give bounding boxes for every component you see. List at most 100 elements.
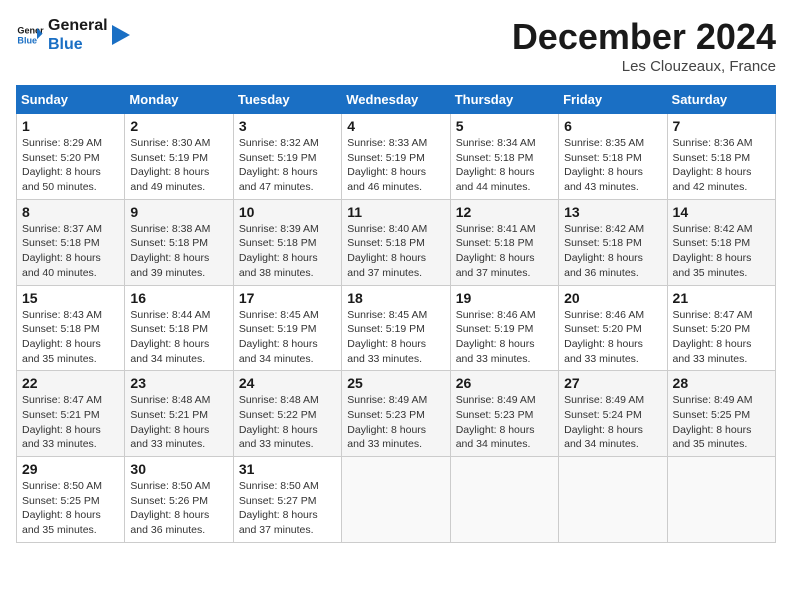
calendar-cell: 22 Sunrise: 8:47 AM Sunset: 5:21 PM Dayl…: [17, 371, 125, 457]
day-info: Sunrise: 8:45 AM Sunset: 5:19 PM Dayligh…: [239, 308, 336, 367]
month-title: December 2024: [512, 16, 776, 58]
day-number: 25: [347, 375, 444, 391]
calendar-cell: 31 Sunrise: 8:50 AM Sunset: 5:27 PM Dayl…: [233, 457, 341, 543]
day-info: Sunrise: 8:49 AM Sunset: 5:23 PM Dayligh…: [456, 393, 553, 452]
day-info: Sunrise: 8:35 AM Sunset: 5:18 PM Dayligh…: [564, 136, 661, 195]
day-info: Sunrise: 8:38 AM Sunset: 5:18 PM Dayligh…: [130, 222, 227, 281]
day-number: 11: [347, 204, 444, 220]
logo-text-general: General: [48, 16, 108, 35]
logo: General Blue General Blue: [16, 16, 132, 54]
day-info: Sunrise: 8:43 AM Sunset: 5:18 PM Dayligh…: [22, 308, 119, 367]
column-header-tuesday: Tuesday: [233, 86, 341, 114]
day-info: Sunrise: 8:47 AM Sunset: 5:21 PM Dayligh…: [22, 393, 119, 452]
day-number: 29: [22, 461, 119, 477]
day-info: Sunrise: 8:45 AM Sunset: 5:19 PM Dayligh…: [347, 308, 444, 367]
day-number: 3: [239, 118, 336, 134]
day-number: 7: [673, 118, 770, 134]
day-number: 31: [239, 461, 336, 477]
day-number: 30: [130, 461, 227, 477]
calendar-cell: [559, 457, 667, 543]
day-number: 2: [130, 118, 227, 134]
calendar-cell: 20 Sunrise: 8:46 AM Sunset: 5:20 PM Dayl…: [559, 285, 667, 371]
day-number: 27: [564, 375, 661, 391]
calendar-cell: 18 Sunrise: 8:45 AM Sunset: 5:19 PM Dayl…: [342, 285, 450, 371]
calendar-header-row: SundayMondayTuesdayWednesdayThursdayFrid…: [17, 86, 776, 114]
day-info: Sunrise: 8:50 AM Sunset: 5:26 PM Dayligh…: [130, 479, 227, 538]
calendar-cell: 24 Sunrise: 8:48 AM Sunset: 5:22 PM Dayl…: [233, 371, 341, 457]
location-subtitle: Les Clouzeaux, France: [512, 58, 776, 75]
day-info: Sunrise: 8:44 AM Sunset: 5:18 PM Dayligh…: [130, 308, 227, 367]
day-number: 4: [347, 118, 444, 134]
calendar-cell: 9 Sunrise: 8:38 AM Sunset: 5:18 PM Dayli…: [125, 199, 233, 285]
svg-text:Blue: Blue: [17, 36, 37, 46]
day-info: Sunrise: 8:34 AM Sunset: 5:18 PM Dayligh…: [456, 136, 553, 195]
column-header-saturday: Saturday: [667, 86, 775, 114]
day-info: Sunrise: 8:49 AM Sunset: 5:25 PM Dayligh…: [673, 393, 770, 452]
day-info: Sunrise: 8:40 AM Sunset: 5:18 PM Dayligh…: [347, 222, 444, 281]
day-number: 5: [456, 118, 553, 134]
column-header-thursday: Thursday: [450, 86, 558, 114]
calendar-cell: 6 Sunrise: 8:35 AM Sunset: 5:18 PM Dayli…: [559, 114, 667, 200]
day-info: Sunrise: 8:46 AM Sunset: 5:19 PM Dayligh…: [456, 308, 553, 367]
day-number: 6: [564, 118, 661, 134]
day-info: Sunrise: 8:49 AM Sunset: 5:24 PM Dayligh…: [564, 393, 661, 452]
day-info: Sunrise: 8:48 AM Sunset: 5:22 PM Dayligh…: [239, 393, 336, 452]
day-info: Sunrise: 8:49 AM Sunset: 5:23 PM Dayligh…: [347, 393, 444, 452]
column-header-wednesday: Wednesday: [342, 86, 450, 114]
day-info: Sunrise: 8:36 AM Sunset: 5:18 PM Dayligh…: [673, 136, 770, 195]
calendar-week-row: 8 Sunrise: 8:37 AM Sunset: 5:18 PM Dayli…: [17, 199, 776, 285]
calendar-cell: 25 Sunrise: 8:49 AM Sunset: 5:23 PM Dayl…: [342, 371, 450, 457]
day-info: Sunrise: 8:50 AM Sunset: 5:25 PM Dayligh…: [22, 479, 119, 538]
day-number: 13: [564, 204, 661, 220]
day-number: 10: [239, 204, 336, 220]
day-info: Sunrise: 8:42 AM Sunset: 5:18 PM Dayligh…: [673, 222, 770, 281]
day-number: 16: [130, 290, 227, 306]
day-info: Sunrise: 8:46 AM Sunset: 5:20 PM Dayligh…: [564, 308, 661, 367]
day-info: Sunrise: 8:50 AM Sunset: 5:27 PM Dayligh…: [239, 479, 336, 538]
calendar-table: SundayMondayTuesdayWednesdayThursdayFrid…: [16, 85, 776, 543]
calendar-cell: [450, 457, 558, 543]
column-header-friday: Friday: [559, 86, 667, 114]
column-header-sunday: Sunday: [17, 86, 125, 114]
day-info: Sunrise: 8:47 AM Sunset: 5:20 PM Dayligh…: [673, 308, 770, 367]
day-number: 9: [130, 204, 227, 220]
day-info: Sunrise: 8:29 AM Sunset: 5:20 PM Dayligh…: [22, 136, 119, 195]
calendar-week-row: 15 Sunrise: 8:43 AM Sunset: 5:18 PM Dayl…: [17, 285, 776, 371]
calendar-cell: 27 Sunrise: 8:49 AM Sunset: 5:24 PM Dayl…: [559, 371, 667, 457]
calendar-week-row: 29 Sunrise: 8:50 AM Sunset: 5:25 PM Dayl…: [17, 457, 776, 543]
column-header-monday: Monday: [125, 86, 233, 114]
calendar-cell: 10 Sunrise: 8:39 AM Sunset: 5:18 PM Dayl…: [233, 199, 341, 285]
calendar-cell: 23 Sunrise: 8:48 AM Sunset: 5:21 PM Dayl…: [125, 371, 233, 457]
day-number: 20: [564, 290, 661, 306]
day-number: 28: [673, 375, 770, 391]
day-info: Sunrise: 8:32 AM Sunset: 5:19 PM Dayligh…: [239, 136, 336, 195]
title-area: December 2024 Les Clouzeaux, France: [512, 16, 776, 75]
day-info: Sunrise: 8:48 AM Sunset: 5:21 PM Dayligh…: [130, 393, 227, 452]
day-number: 19: [456, 290, 553, 306]
calendar-cell: [667, 457, 775, 543]
day-info: Sunrise: 8:37 AM Sunset: 5:18 PM Dayligh…: [22, 222, 119, 281]
calendar-cell: 2 Sunrise: 8:30 AM Sunset: 5:19 PM Dayli…: [125, 114, 233, 200]
day-number: 15: [22, 290, 119, 306]
day-info: Sunrise: 8:42 AM Sunset: 5:18 PM Dayligh…: [564, 222, 661, 281]
day-info: Sunrise: 8:39 AM Sunset: 5:18 PM Dayligh…: [239, 222, 336, 281]
day-info: Sunrise: 8:30 AM Sunset: 5:19 PM Dayligh…: [130, 136, 227, 195]
calendar-cell: 30 Sunrise: 8:50 AM Sunset: 5:26 PM Dayl…: [125, 457, 233, 543]
day-info: Sunrise: 8:33 AM Sunset: 5:19 PM Dayligh…: [347, 136, 444, 195]
day-number: 24: [239, 375, 336, 391]
day-number: 26: [456, 375, 553, 391]
day-number: 23: [130, 375, 227, 391]
day-number: 18: [347, 290, 444, 306]
day-number: 1: [22, 118, 119, 134]
calendar-cell: 21 Sunrise: 8:47 AM Sunset: 5:20 PM Dayl…: [667, 285, 775, 371]
calendar-cell: 14 Sunrise: 8:42 AM Sunset: 5:18 PM Dayl…: [667, 199, 775, 285]
calendar-cell: 7 Sunrise: 8:36 AM Sunset: 5:18 PM Dayli…: [667, 114, 775, 200]
day-number: 14: [673, 204, 770, 220]
calendar-cell: 17 Sunrise: 8:45 AM Sunset: 5:19 PM Dayl…: [233, 285, 341, 371]
day-number: 22: [22, 375, 119, 391]
calendar-cell: 1 Sunrise: 8:29 AM Sunset: 5:20 PM Dayli…: [17, 114, 125, 200]
calendar-week-row: 22 Sunrise: 8:47 AM Sunset: 5:21 PM Dayl…: [17, 371, 776, 457]
calendar-cell: 15 Sunrise: 8:43 AM Sunset: 5:18 PM Dayl…: [17, 285, 125, 371]
day-number: 8: [22, 204, 119, 220]
calendar-cell: 26 Sunrise: 8:49 AM Sunset: 5:23 PM Dayl…: [450, 371, 558, 457]
